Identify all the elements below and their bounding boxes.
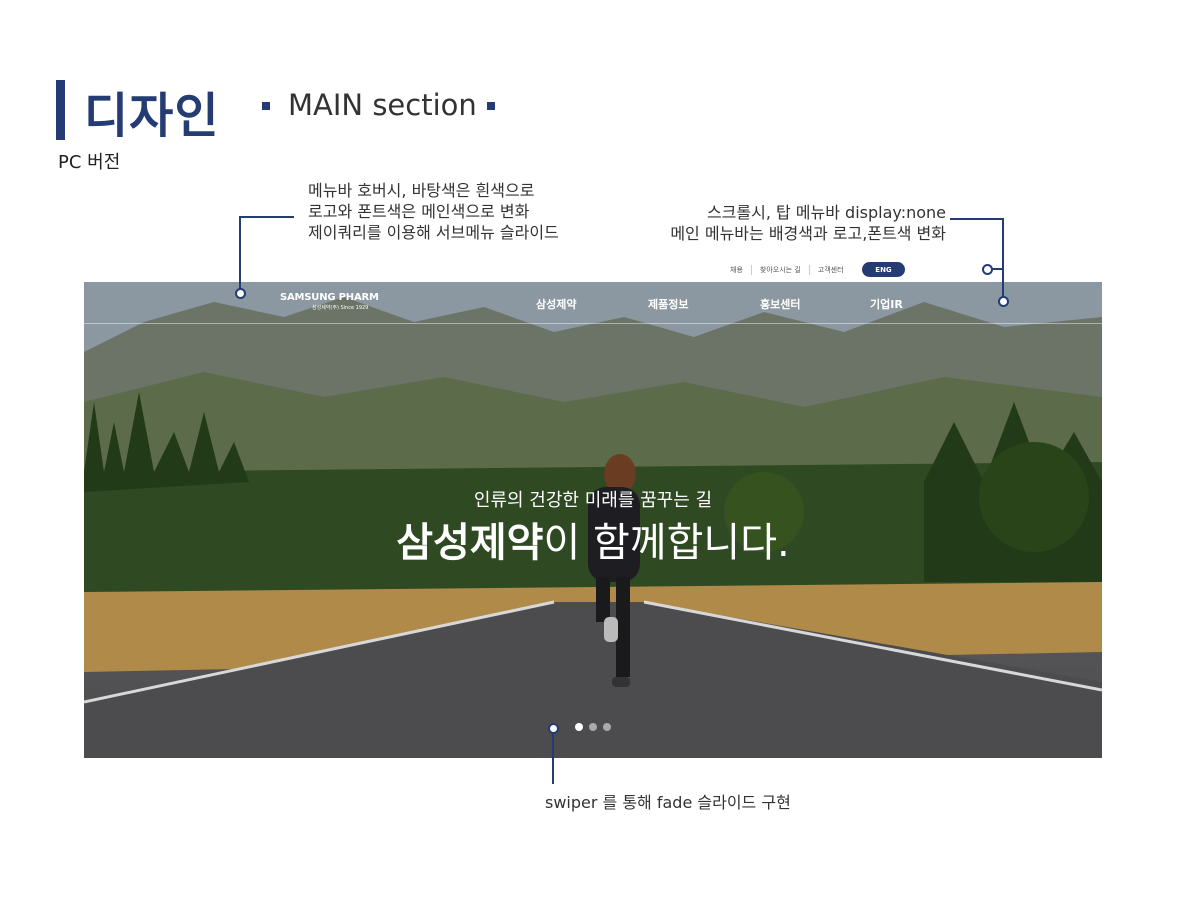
samsung-pharm-logo[interactable]: SAMSUNG PHARM xyxy=(280,292,379,303)
section-title: MAIN section xyxy=(288,88,477,122)
util-link-careers[interactable]: 채용 xyxy=(722,265,751,275)
slide-bullet-1[interactable] xyxy=(575,723,583,731)
scroll-note-connector-h xyxy=(950,218,1004,220)
util-link-support[interactable]: 고객센터 xyxy=(808,265,852,275)
hero-headline-brand: 삼성제약 xyxy=(396,520,544,566)
swiper-note-connector xyxy=(552,730,554,784)
slide-bullet-2[interactable] xyxy=(589,723,597,731)
menu-item-company[interactable]: 삼성제약 xyxy=(536,296,576,312)
slide-bullet-3[interactable] xyxy=(603,723,611,731)
hero-headline: 삼성제약이 함께합니다. xyxy=(84,510,1102,568)
scroll-note: 스크롤시, 탑 메뉴바 display:none 메인 메뉴바는 배경색과 로고… xyxy=(670,203,946,243)
menu-note-connector-v xyxy=(239,216,241,292)
menu-note-marker xyxy=(235,288,246,299)
menu-note-connector-h xyxy=(239,216,294,218)
menu-item-products[interactable]: 제품정보 xyxy=(648,296,688,312)
hero-slider[interactable]: SAMSUNG PHARM 삼성제약(주) Since 1929 삼성제약 제품… xyxy=(84,282,1102,758)
swiper-note: swiper 를 통해 fade 슬라이드 구현 xyxy=(545,793,791,812)
title-accent-bar xyxy=(56,80,65,140)
menu-item-ir[interactable]: 기업IR xyxy=(870,296,903,312)
section-marker-right xyxy=(487,102,495,110)
main-bar-marker xyxy=(998,296,1009,307)
platform-label: PC 버전 xyxy=(58,152,121,173)
top-util-bar: 채용 찾아오시는 길 고객센터 xyxy=(722,262,852,278)
logo-tagline: 삼성제약(주) Since 1929 xyxy=(312,305,369,311)
page-title: 디자인 xyxy=(84,88,220,144)
hero-headline-rest: 이 함께합니다. xyxy=(543,520,790,566)
eng-language-button[interactable]: ENG xyxy=(862,262,905,277)
top-bar-marker xyxy=(982,264,993,275)
hero-subtitle: 인류의 건강한 미래를 꿈꾸는 길 xyxy=(473,490,713,511)
util-link-directions[interactable]: 찾아오시는 길 xyxy=(750,265,809,275)
section-marker-left xyxy=(262,102,270,110)
swiper-marker xyxy=(548,723,559,734)
scroll-note-connector-v xyxy=(1002,218,1004,298)
menu-hover-note: 메뉴바 호버시, 바탕색은 흰색으로 로고와 폰트색은 메인색으로 변화 제이쿼… xyxy=(308,181,559,242)
menu-item-pr-center[interactable]: 홍보센터 xyxy=(760,296,800,312)
